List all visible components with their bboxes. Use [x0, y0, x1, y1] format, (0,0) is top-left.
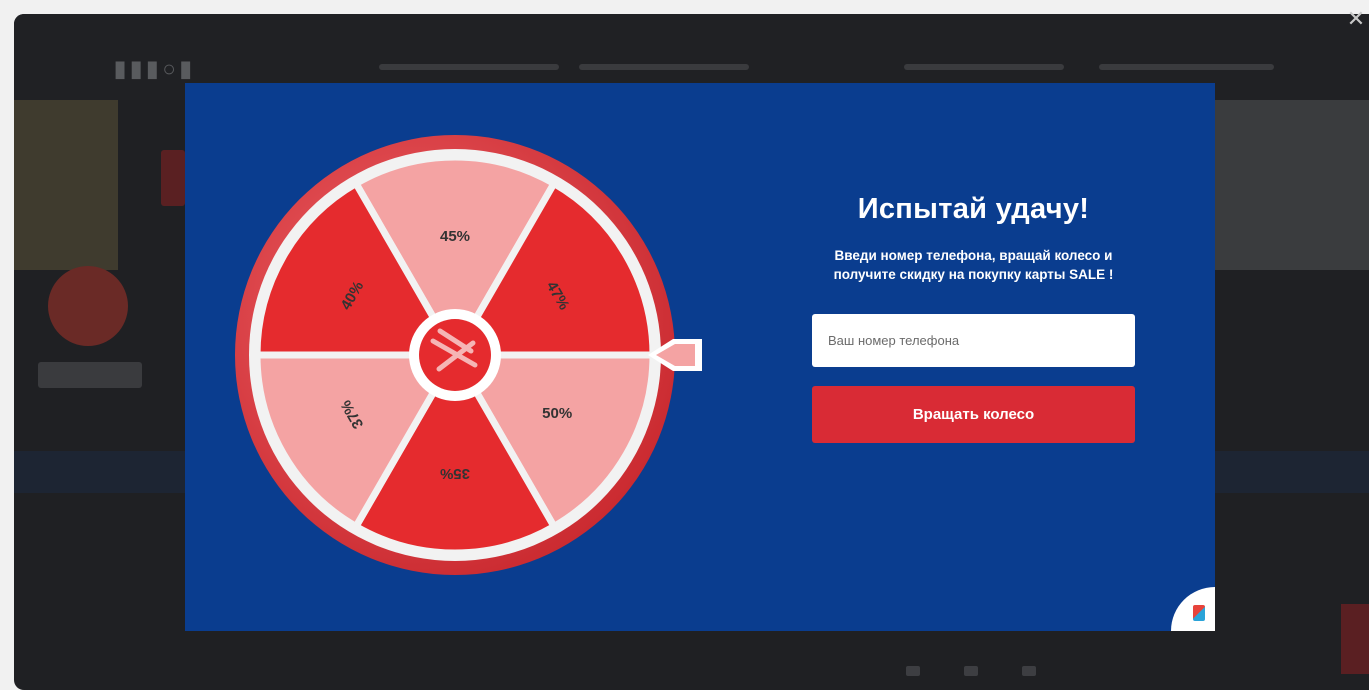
background-icon — [964, 666, 978, 676]
background-wheel-thumb — [48, 266, 128, 346]
fortune-wheel-modal: 45% 47% 50% 35% 37% 40% Испытай удачу! Введи … — [185, 83, 1215, 631]
background-banner — [1215, 100, 1369, 270]
background-nav-link — [904, 64, 1064, 70]
wheel-segment-label: 35% — [440, 465, 470, 482]
modal-headline: Испытай удачу! — [857, 193, 1090, 225]
close-icon[interactable]: ✕ — [1345, 8, 1367, 30]
background-side-button — [1341, 604, 1369, 674]
modal-subtext: Введи номер телефона, вращай колесо и по… — [833, 248, 1114, 282]
background-nav-link — [579, 64, 749, 70]
background-icon — [1022, 666, 1036, 676]
background-icon — [906, 666, 920, 676]
brand-badge[interactable] — [1171, 587, 1215, 631]
background-banner — [14, 100, 118, 270]
wheel-segment-label: 45% — [440, 228, 470, 245]
background-nav-link — [1099, 64, 1274, 70]
spin-wheel-button[interactable]: Вращать колесо — [812, 386, 1135, 443]
wheel-segment-label: 50% — [542, 405, 572, 422]
background-nav-link — [379, 64, 559, 70]
fortune-wheel: 45% 47% 50% 35% 37% 40% — [235, 135, 705, 581]
background-logo: ▮▮▮○▮ — [114, 56, 196, 81]
wheel-graphic: 45%47%50%35%37%40% — [235, 135, 702, 575]
background-badge — [161, 150, 185, 206]
brand-logo-icon — [1193, 605, 1205, 621]
phone-input[interactable] — [812, 314, 1135, 367]
signup-panel: Испытай удачу! Введи номер телефона, вра… — [812, 193, 1135, 443]
background-chip — [38, 362, 142, 388]
